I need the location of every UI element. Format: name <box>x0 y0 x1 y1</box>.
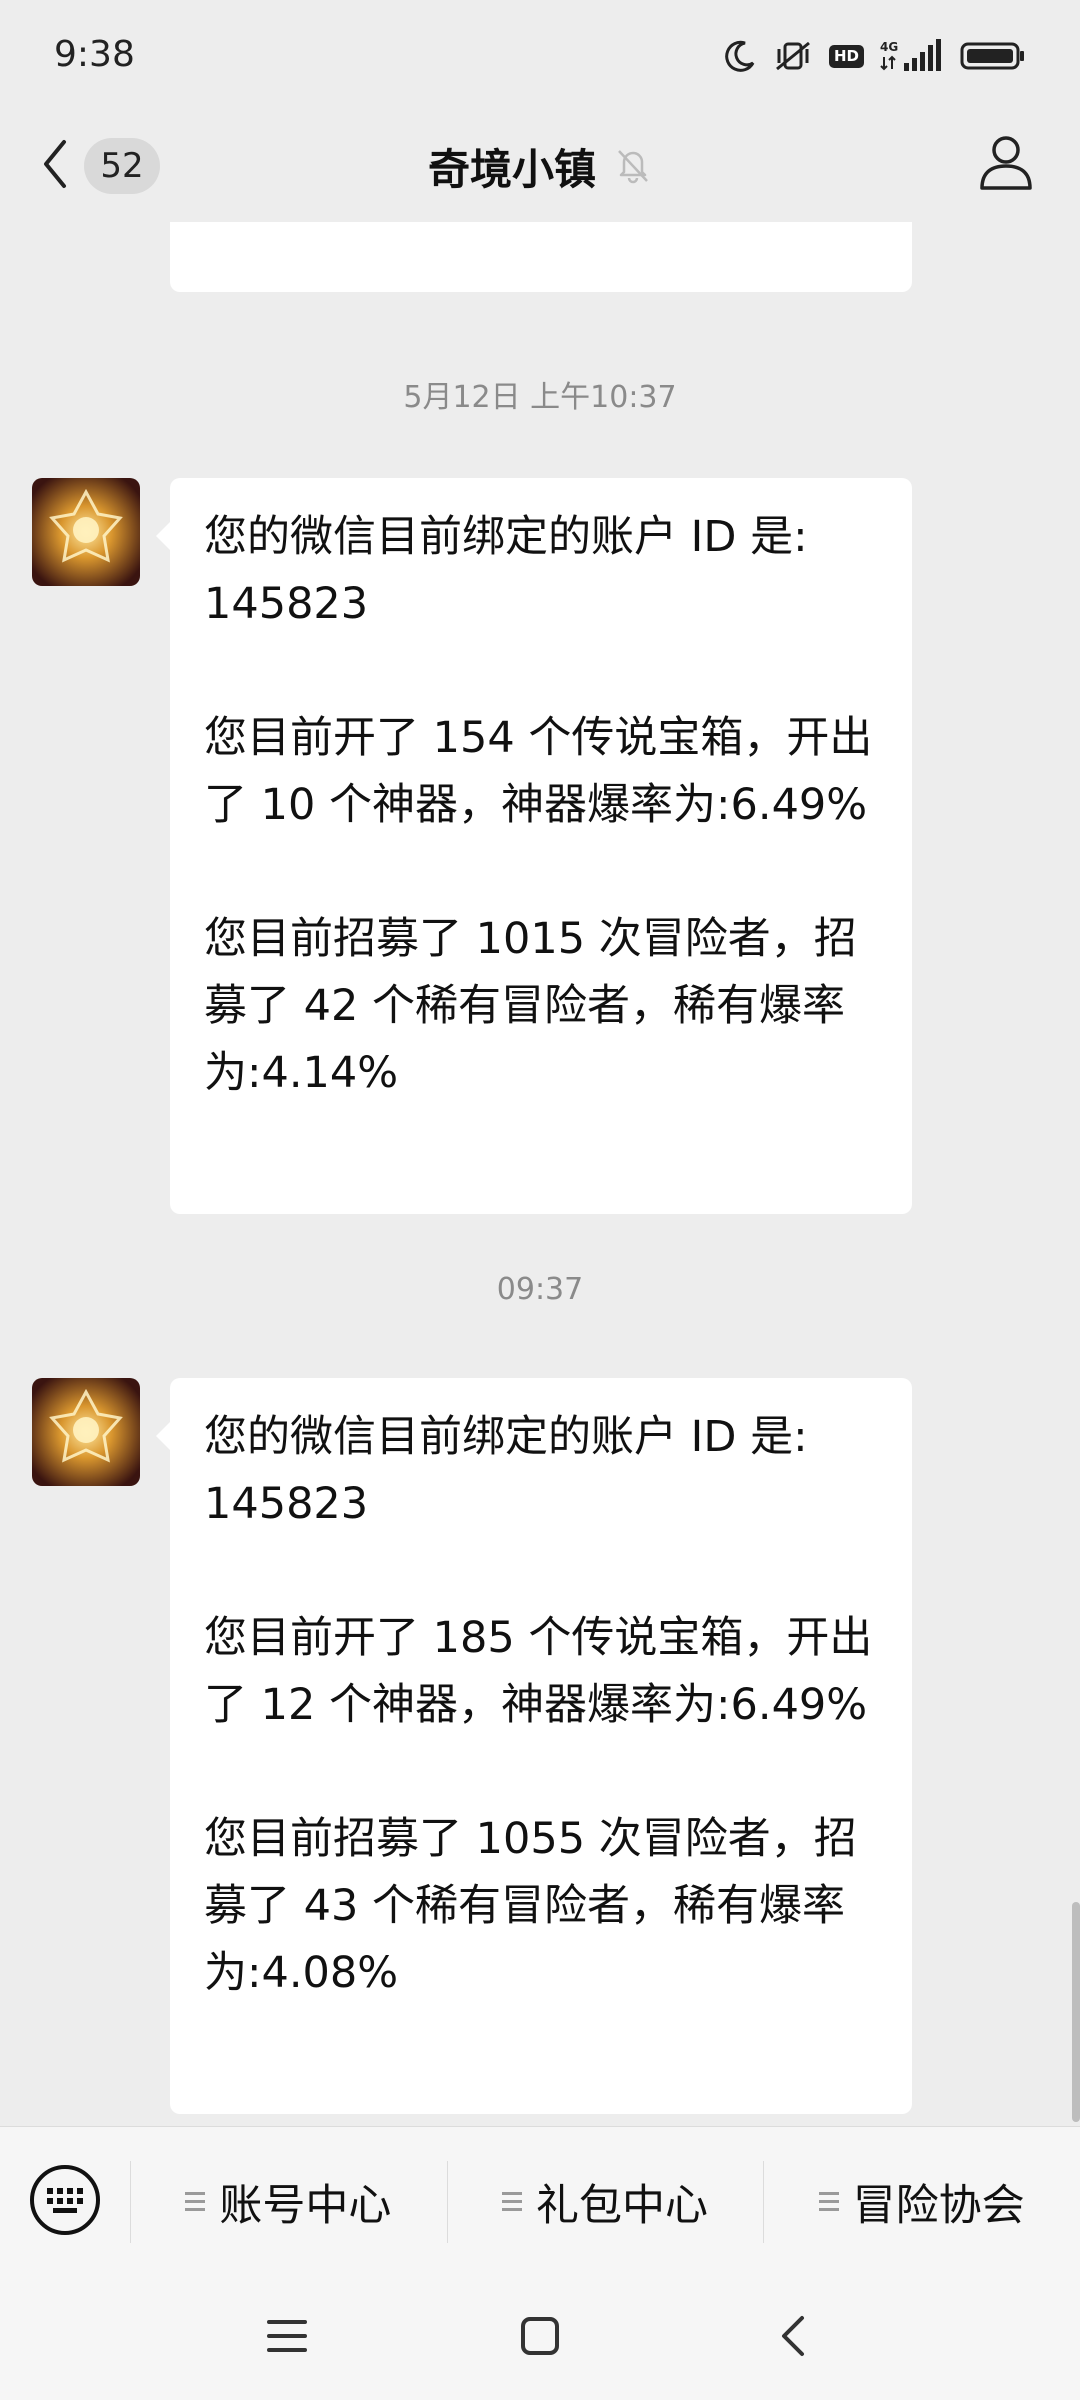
menu-list-icon <box>502 2192 522 2211</box>
status-icons: HD 4G <box>723 36 1026 76</box>
keyboard-icon <box>29 2164 101 2240</box>
moon-icon <box>723 39 757 73</box>
message-timestamp: 5月12日 上午10:37 <box>403 380 677 415</box>
message-line: 了 10 个神器，神器爆率为:6.49% <box>204 780 868 830</box>
message-line: 您目前招募了 1055 次冒险者，招 <box>204 1814 857 1864</box>
menu-item-label: 礼包中心 <box>536 2180 708 2231</box>
svg-text:4G: 4G <box>880 40 898 54</box>
back-arrow-icon <box>778 2314 808 2362</box>
message-list[interactable]: 5月12日 上午10:37 您的微信目前绑定的账户 ID 是: 145823 您… <box>0 222 1080 2126</box>
chat-title: 奇境小镇 <box>427 145 596 194</box>
message-bubble[interactable]: 您的微信目前绑定的账户 ID 是: 145823 您目前开了 154 个传说宝箱… <box>156 478 912 1214</box>
message-line: 您目前开了 154 个传说宝箱，开出 <box>204 713 873 763</box>
hd-icon: HD <box>828 44 864 68</box>
signal-4g-icon: 4G <box>880 39 944 73</box>
game-emblem-icon <box>32 1378 140 1486</box>
message-line <box>204 638 878 705</box>
menu-item-label: 账号中心 <box>219 2180 392 2231</box>
message-line: 您的微信目前绑定的账户 ID 是: <box>204 1412 808 1462</box>
message-line <box>204 1538 878 1605</box>
message-line <box>204 1739 878 1806</box>
message-line: 145823 <box>204 1479 369 1529</box>
bubble-tail <box>156 1422 170 1450</box>
message-line: 为:4.14% <box>204 1048 399 1098</box>
official-account-menu: 账号中心 礼包中心 冒险协会 <box>0 2126 1080 2276</box>
home-square-icon <box>520 2316 560 2360</box>
message-line: 募了 42 个稀有冒险者，稀有爆率 <box>204 981 846 1031</box>
recent-apps-button[interactable] <box>242 2293 332 2383</box>
message-line: 为:4.08% <box>204 1948 399 1998</box>
menu-list-icon <box>185 2192 206 2211</box>
message-line: 您目前招募了 1015 次冒险者，招 <box>204 914 857 964</box>
home-button[interactable] <box>495 2293 585 2383</box>
message-line <box>204 839 878 906</box>
status-bar: 9:38 HD 4G <box>0 0 1080 110</box>
muted-bell-icon <box>614 146 652 188</box>
sender-avatar[interactable] <box>32 1378 140 1486</box>
scrollbar-thumb[interactable] <box>1072 1902 1080 2122</box>
keyboard-toggle-button[interactable] <box>0 2127 130 2277</box>
message-line: 了 12 个神器，神器爆率为:6.49% <box>204 1680 868 1730</box>
battery-icon <box>960 39 1026 73</box>
system-back-button[interactable] <box>748 2293 838 2383</box>
message-line: 募了 43 个稀有冒险者，稀有爆率 <box>204 1881 846 1931</box>
status-time: 9:38 <box>54 34 135 75</box>
profile-button[interactable] <box>978 132 1034 196</box>
menu-item-label: 冒险协会 <box>852 2180 1025 2231</box>
message-line: 您目前开了 185 个传说宝箱，开出 <box>204 1613 873 1663</box>
message-bubble[interactable]: 您的微信目前绑定的账户 ID 是: 145823 您目前开了 185 个传说宝箱… <box>156 1378 912 2114</box>
profile-icon <box>978 136 1034 196</box>
menu-item-account-center[interactable]: 账号中心 <box>130 2127 447 2277</box>
menu-item-adventure-guild[interactable]: 冒险协会 <box>763 2127 1080 2277</box>
sender-avatar[interactable] <box>32 478 140 586</box>
bubble-tail <box>156 522 170 550</box>
title-wrap: 奇境小镇 <box>0 136 1080 197</box>
message-padding <box>204 2007 878 2074</box>
menu-list-icon <box>818 2192 839 2211</box>
message-line: 您的微信目前绑定的账户 ID 是: <box>204 512 808 562</box>
system-nav-bar <box>0 2276 1080 2400</box>
mute-vibrate-icon <box>773 39 813 73</box>
previous-message-bubble[interactable] <box>170 222 912 292</box>
chat-header: 52 奇境小镇 <box>0 110 1080 222</box>
menu-lines-icon <box>266 2318 307 2358</box>
game-emblem-icon <box>32 478 140 586</box>
message-line: 145823 <box>204 579 369 629</box>
menu-item-gift-center[interactable]: 礼包中心 <box>446 2127 764 2277</box>
chat-screen: 9:38 HD 4G 52 奇境小镇 5月12日 上午10:37 您的微信目前绑… <box>0 0 1080 2400</box>
message-padding <box>204 1107 878 1174</box>
message-timestamp: 09:37 <box>496 1272 584 1307</box>
